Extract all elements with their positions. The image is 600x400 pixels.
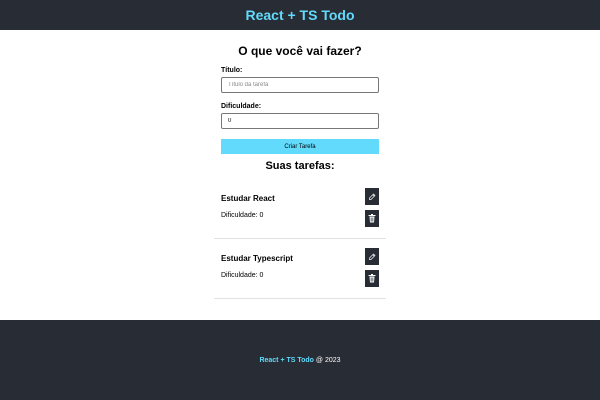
- difficulty-input[interactable]: [221, 113, 379, 129]
- create-task-button[interactable]: Criar Tarefa: [221, 139, 379, 154]
- pencil-icon: [369, 253, 376, 260]
- task-name: Estudar React: [221, 194, 275, 203]
- title-label: Título:: [221, 67, 243, 74]
- task-form: O que você vai fazer? Título: Dificuldad…: [214, 44, 386, 154]
- app-header: React + TS Todo: [0, 0, 600, 30]
- task-item: Estudar React Dificuldade: 0: [214, 179, 386, 239]
- delete-task-button[interactable]: [365, 210, 379, 227]
- app-footer: React + TS Todo @ 2023: [0, 320, 600, 400]
- trash-icon: [368, 274, 376, 283]
- delete-task-button[interactable]: [365, 270, 379, 287]
- difficulty-label: Dificuldade:: [221, 103, 262, 110]
- title-input[interactable]: [221, 77, 379, 93]
- trash-icon: [368, 214, 376, 223]
- task-item: Estudar Typescript Dificuldade: 0: [214, 239, 386, 299]
- task-difficulty: Dificuldade: 0: [221, 212, 264, 219]
- task-difficulty: Dificuldade: 0: [221, 272, 264, 279]
- task-name: Estudar Typescript: [221, 254, 293, 263]
- task-list-heading: Suas tarefas:: [265, 160, 335, 172]
- task-list: Estudar React Dificuldade: 0 Estudar Typ…: [214, 179, 386, 299]
- pencil-icon: [369, 193, 376, 200]
- edit-task-button[interactable]: [365, 248, 379, 265]
- form-heading: O que você vai fazer?: [238, 44, 362, 58]
- main-content: O que você vai fazer? Título: Dificuldad…: [214, 30, 386, 299]
- footer-year: @ 2023: [313, 356, 341, 364]
- footer-text: React + TS Todo @ 2023: [259, 357, 340, 364]
- edit-task-button[interactable]: [365, 188, 379, 205]
- app-title: React + TS Todo: [245, 7, 355, 23]
- footer-brand: React + TS Todo: [259, 356, 314, 364]
